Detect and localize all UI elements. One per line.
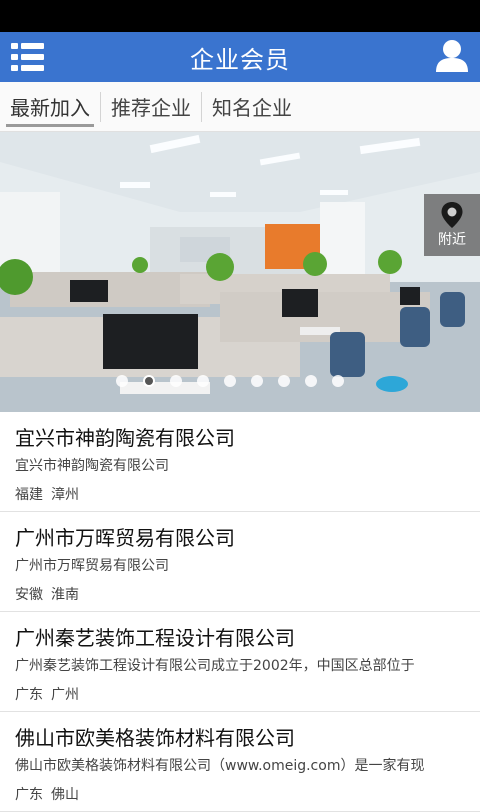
carousel-dots <box>116 375 344 387</box>
carousel-dot[interactable] <box>224 375 236 387</box>
list-item[interactable]: 佛山市欧美格装饰材料有限公司 佛山市欧美格装饰材料有限公司（www.omeig.… <box>0 712 480 812</box>
nearby-label: 附近 <box>438 232 466 248</box>
app-bar: 企业会员 <box>0 32 480 82</box>
carousel-dot[interactable] <box>251 375 263 387</box>
company-city: 广州 <box>51 687 79 703</box>
company-city: 淮南 <box>51 587 79 603</box>
company-location: 福建 漳州 <box>15 485 480 505</box>
company-province: 广东 <box>15 687 43 703</box>
carousel-dot[interactable] <box>332 375 344 387</box>
carousel-dot[interactable] <box>278 375 290 387</box>
list-item[interactable]: 宜兴市神韵陶瓷有限公司 宜兴市神韵陶瓷有限公司 福建 漳州 <box>0 412 480 512</box>
tab-latest[interactable]: 最新加入 <box>0 82 100 131</box>
map-pin-icon <box>441 202 463 228</box>
tab-famous[interactable]: 知名企业 <box>202 82 302 131</box>
carousel-dot[interactable] <box>170 375 182 387</box>
company-name: 宜兴市神韵陶瓷有限公司 <box>15 426 235 450</box>
page-title: 企业会员 <box>190 45 290 74</box>
tab-bar: 最新加入 推荐企业 知名企业 <box>0 82 480 132</box>
tab-recommended[interactable]: 推荐企业 <box>101 82 201 131</box>
office-photo <box>0 132 480 412</box>
company-city: 佛山 <box>51 787 79 803</box>
company-desc: 宜兴市神韵陶瓷有限公司 <box>15 458 169 474</box>
company-desc: 广州秦艺装饰工程设计有限公司成立于2002年，中国区总部位于 <box>15 658 415 674</box>
carousel-dot[interactable] <box>305 375 317 387</box>
company-name: 广州市万晖贸易有限公司 <box>15 526 235 550</box>
company-province: 广东 <box>15 787 43 803</box>
company-province: 安徽 <box>15 587 43 603</box>
company-city: 漳州 <box>51 487 79 503</box>
list-item[interactable]: 广州市万晖贸易有限公司 广州市万晖贸易有限公司 安徽 淮南 <box>0 512 480 612</box>
carousel-dot[interactable] <box>197 375 209 387</box>
menu-icon[interactable] <box>10 40 46 74</box>
user-icon[interactable] <box>434 38 470 74</box>
company-province: 福建 <box>15 487 43 503</box>
status-bar <box>0 0 480 32</box>
company-name: 广州秦艺装饰工程设计有限公司 <box>15 626 295 650</box>
carousel-dot-active[interactable] <box>143 375 155 387</box>
company-desc: 广州市万晖贸易有限公司 <box>15 558 169 574</box>
nearby-button[interactable]: 附近 <box>424 194 480 256</box>
company-location: 广东 广州 <box>15 685 480 705</box>
company-list: 宜兴市神韵陶瓷有限公司 宜兴市神韵陶瓷有限公司 福建 漳州 广州市万晖贸易有限公司… <box>0 412 480 812</box>
company-location: 安徽 淮南 <box>15 585 480 605</box>
list-item[interactable]: 广州秦艺装饰工程设计有限公司 广州秦艺装饰工程设计有限公司成立于2002年，中国… <box>0 612 480 712</box>
company-name: 佛山市欧美格装饰材料有限公司 <box>15 726 295 750</box>
banner-carousel[interactable]: 附近 <box>0 132 480 412</box>
company-location: 广东 佛山 <box>15 785 480 805</box>
carousel-dot[interactable] <box>116 375 128 387</box>
company-desc: 佛山市欧美格装饰材料有限公司（www.omeig.com）是一家有现 <box>15 758 425 774</box>
